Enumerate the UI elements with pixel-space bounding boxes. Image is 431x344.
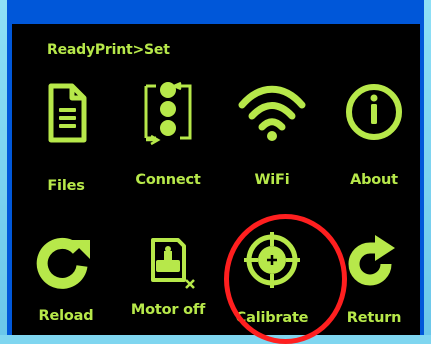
return-label: Return (346, 310, 402, 326)
return-icon (348, 235, 395, 286)
breadcrumb: ReadyPrint>Set (47, 42, 170, 58)
motor-off-icon (151, 238, 195, 289)
wifi-button[interactable]: WiFi (226, 80, 318, 198)
connect-icon (144, 81, 192, 146)
info-icon (346, 84, 402, 140)
motor-off-button[interactable]: Motor off (122, 230, 214, 335)
wifi-icon (238, 85, 306, 141)
about-button[interactable]: About (328, 80, 420, 198)
calibrate-highlight (224, 214, 347, 344)
reload-button[interactable]: Reload (20, 230, 112, 335)
connect-button[interactable]: Connect (122, 80, 214, 198)
files-label: Files (47, 178, 85, 194)
connect-label: Connect (135, 172, 201, 188)
motor-off-label: Motor off (130, 302, 206, 318)
reload-label: Reload (38, 308, 94, 324)
wifi-label: WiFi (254, 172, 290, 188)
file-icon (48, 83, 87, 143)
files-button[interactable]: Files (20, 80, 112, 198)
reload-icon (36, 237, 90, 289)
about-label: About (350, 172, 398, 188)
touchscreen: ReadyPrint>Set Files Connect WiFi About … (12, 24, 420, 335)
